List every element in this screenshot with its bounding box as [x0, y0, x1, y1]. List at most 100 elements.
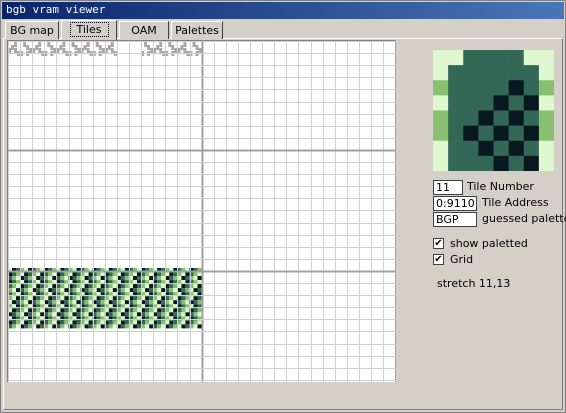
- tile-pixel: [161, 276, 166, 280]
- tile-pixel: [24, 288, 29, 293]
- palette-field[interactable]: BGP: [433, 212, 477, 227]
- logo-pixel: [198, 48, 202, 53]
- tile-pixel: [112, 288, 117, 293]
- tile-pixel: [112, 296, 117, 301]
- tile-pixel: [64, 308, 69, 313]
- tile-number-field[interactable]: 11: [433, 180, 463, 195]
- tile-pixel: [100, 308, 105, 313]
- tile-pixel: [88, 288, 93, 293]
- tile-pixel: [185, 308, 190, 313]
- tile-pixel: [24, 284, 29, 289]
- grid-checkbox[interactable]: ✔: [433, 254, 444, 265]
- logo-pixel: [14, 48, 17, 53]
- preview-pixel: [433, 50, 449, 66]
- tile-pixel: [76, 288, 81, 293]
- tile-pixel: [48, 324, 53, 329]
- tile-pixel: [72, 300, 77, 305]
- tile-pixel: [60, 300, 65, 305]
- preview-pixel: [463, 140, 479, 157]
- tile-pixel: [96, 288, 101, 293]
- preview-pixel: [448, 80, 464, 96]
- tile-pixel: [76, 312, 81, 317]
- preview-pixel: [508, 125, 525, 142]
- stretch-label: stretch 11,13: [437, 277, 511, 290]
- tile-pixel: [181, 324, 186, 329]
- tile-pixel: [145, 324, 150, 329]
- tile-pixel: [16, 300, 20, 305]
- tile-pixel: [133, 308, 137, 313]
- tile-pixel: [133, 276, 137, 280]
- preview-pixel: [523, 110, 540, 126]
- show-paletted-checkbox[interactable]: ✔: [433, 238, 444, 249]
- tile-grid-view[interactable]: [7, 40, 396, 382]
- logo-pixel: [98, 45, 102, 50]
- tile-pixel: [24, 276, 29, 280]
- tile-pixel: [145, 284, 150, 289]
- tile-pixel: [124, 300, 129, 305]
- palette-label: guessed palette: [482, 212, 566, 225]
- tile-pixel: [72, 272, 77, 276]
- tile-pixel: [16, 284, 20, 289]
- tile-pixel: [84, 324, 89, 329]
- grid-label: Grid: [450, 253, 474, 266]
- logo-pixel: [183, 48, 187, 53]
- preview-pixel: [538, 110, 554, 126]
- title-bar[interactable]: bgb vram viewer: [2, 2, 564, 19]
- tile-pixel: [12, 284, 16, 289]
- logo-pixel: [35, 45, 39, 50]
- tile-grid-canvas[interactable]: [8, 41, 396, 382]
- tile-pixel: [161, 284, 166, 289]
- tile-pixel: [64, 300, 69, 305]
- tab-bg-map[interactable]: BG map: [5, 21, 59, 39]
- tile-pixel: [161, 320, 166, 325]
- tile-pixel: [149, 312, 154, 317]
- preview-pixel: [523, 50, 540, 66]
- tile-pixel: [52, 276, 57, 280]
- logo-pixel: [150, 48, 154, 53]
- preview-pixel: [508, 50, 525, 66]
- tile-pixel: [124, 296, 129, 301]
- tile-pixel: [40, 308, 45, 313]
- tile-pixel: [169, 312, 174, 317]
- preview-pixel: [478, 155, 494, 171]
- tile-pixel: [193, 276, 198, 280]
- tile-pixel: [169, 272, 174, 276]
- preview-pixel: [523, 125, 540, 142]
- tile-pixel: [52, 284, 57, 289]
- tab-tiles[interactable]: Tiles: [61, 20, 117, 40]
- logo-pixel: [86, 48, 90, 53]
- tile-pixel: [60, 296, 65, 301]
- tile-pixel: [16, 324, 20, 329]
- tile-address-field[interactable]: 0:9110: [433, 196, 477, 211]
- tile-pixel: [36, 296, 41, 301]
- tile-pixel: [145, 272, 150, 276]
- tile-pixel: [197, 296, 202, 301]
- tile-pixel: [173, 272, 178, 276]
- tile-pixel: [161, 288, 166, 293]
- tile-pixel: [185, 272, 190, 276]
- tile-pixel: [120, 284, 125, 289]
- logo-pixel: [168, 42, 172, 47]
- tile-pixel: [96, 272, 101, 276]
- tile-pixel: [108, 276, 113, 280]
- tile-pixel: [185, 296, 190, 301]
- preview-pixel: [523, 155, 540, 171]
- tab-palettes[interactable]: Palettes: [171, 21, 223, 39]
- tile-pixel: [96, 320, 101, 325]
- vram-viewer-window: bgb vram viewer BG map Tiles OAM Palette…: [0, 0, 566, 413]
- tab-oam[interactable]: OAM: [119, 21, 169, 39]
- tile-pixel: [28, 320, 33, 325]
- tile-pixel: [145, 308, 150, 313]
- preview-pixel: [538, 50, 554, 66]
- tile-pixel: [28, 272, 33, 276]
- preview-pixel: [538, 65, 554, 81]
- tile-pixel: [72, 308, 77, 313]
- preview-pixel: [493, 125, 509, 142]
- logo-pixel: [101, 48, 105, 53]
- preview-pixel: [493, 95, 509, 111]
- tile-pixel: [40, 276, 45, 280]
- tile-pixel: [76, 296, 81, 301]
- tile-pixel: [157, 300, 162, 305]
- preview-pixel: [433, 140, 449, 157]
- tile-pixel: [149, 308, 154, 313]
